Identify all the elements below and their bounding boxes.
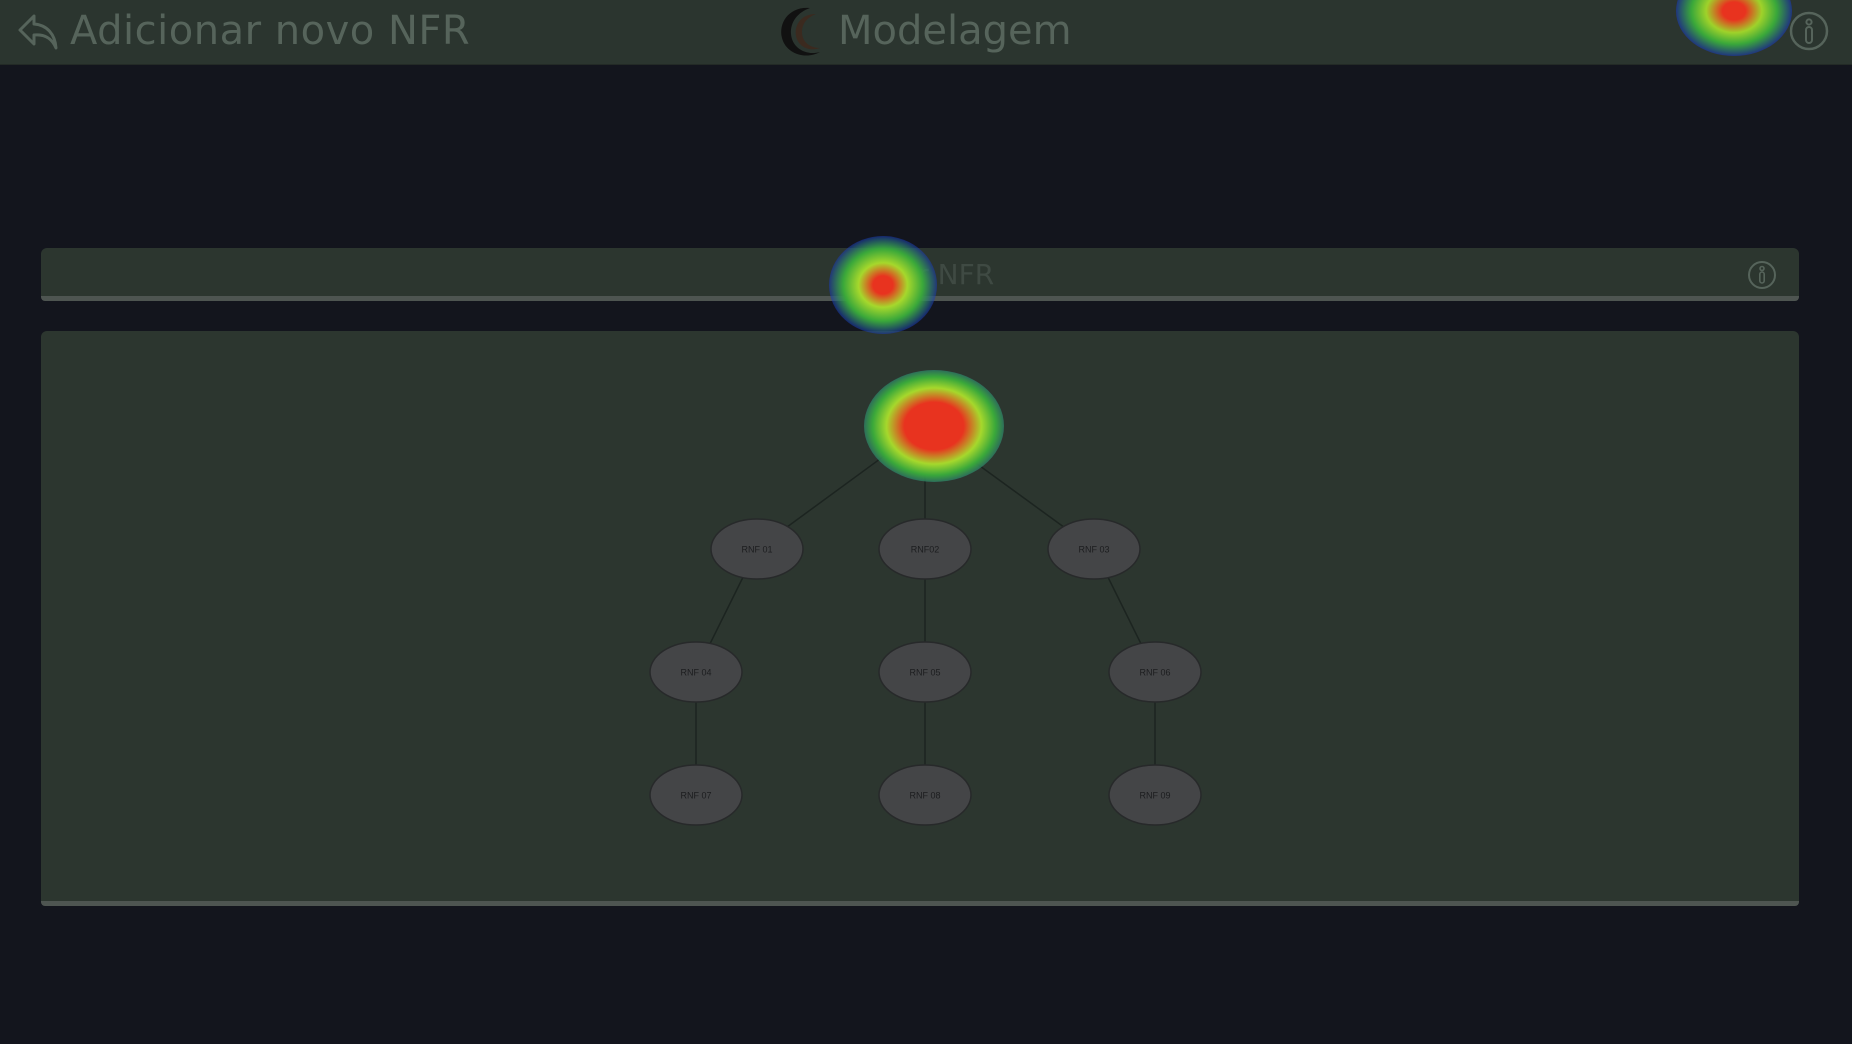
panel-title: Editar NFR [845, 258, 995, 291]
tree-node[interactable]: RNF 05 [878, 641, 972, 703]
tree-node[interactable]: RNF 01 [710, 518, 804, 580]
info-icon[interactable] [1747, 260, 1777, 290]
nfr-tree[interactable]: RNF 01 RNF02 RNF 03 RNF 04 RNF 05 RNF 06 RNF 0… [41, 331, 1799, 901]
tree-node[interactable]: RNF 06 [1108, 641, 1202, 703]
node-label: RNF 06 [1139, 667, 1170, 677]
page-title: Adicionar novo NFR [70, 8, 471, 54]
app-logo-icon [781, 7, 820, 56]
editor-header-panel: Editar NFR [41, 248, 1799, 301]
tree-node[interactable]: RNF 09 [1108, 764, 1202, 826]
node-shape [878, 395, 972, 457]
tree-node[interactable]: RNF 08 [878, 764, 972, 826]
tree-node[interactable]: RNF 03 [1047, 518, 1141, 580]
back-arrow-icon[interactable] [16, 10, 60, 54]
node-label: RNF 07 [680, 790, 711, 800]
node-label: RNF 01 [741, 544, 772, 554]
node-label: RNF02 [911, 544, 940, 554]
top-bar: Adicionar novo NFR Modelagem [0, 0, 1852, 65]
tree-root-node[interactable] [878, 395, 972, 457]
node-label: RNF 04 [680, 667, 711, 677]
app-name: Modelagem [838, 8, 1072, 54]
tree-node[interactable]: RNF02 [878, 518, 972, 580]
node-label: RNF 09 [1139, 790, 1170, 800]
info-icon[interactable] [1789, 11, 1829, 51]
node-label: RNF 03 [1078, 544, 1109, 554]
node-label: RNF 05 [909, 667, 940, 677]
tree-node[interactable]: RNF 04 [649, 641, 743, 703]
node-label: RNF 08 [909, 790, 940, 800]
model-canvas[interactable]: RNF 01 RNF02 RNF 03 RNF 04 RNF 05 RNF 06 RNF 0… [41, 331, 1799, 906]
tree-node[interactable]: RNF 07 [649, 764, 743, 826]
